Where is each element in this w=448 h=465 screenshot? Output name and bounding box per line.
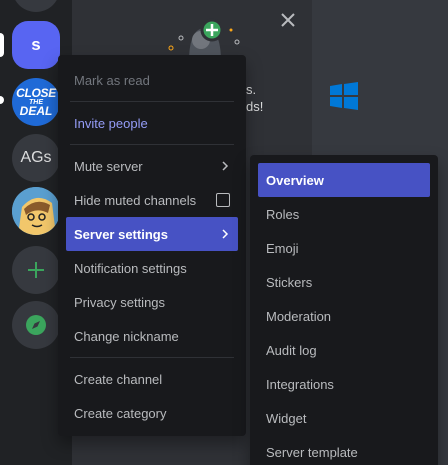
submenu-item-moderation[interactable]: Moderation [258,299,430,333]
menu-separator [70,144,234,145]
add-server-button[interactable] [12,246,60,294]
submenu-item-stickers[interactable]: Stickers [258,265,430,299]
welcome-text-fragment-1: s. [246,82,257,97]
server-icon-close-the-deal[interactable]: CLOSE THE DEAL [12,78,60,126]
unread-indicator [0,96,4,104]
server-icon-s[interactable]: s [12,21,60,69]
menu-item-label: Mark as read [74,72,150,88]
menu-item-change-nickname[interactable]: Change nickname [66,319,238,353]
submenu-item-label: Audit log [266,342,317,358]
submenu-item-label: Server template [266,444,358,460]
submenu-item-emoji[interactable]: Emoji [258,231,430,265]
server-icon-ags[interactable]: AGs [12,134,60,182]
submenu-item-label: Integrations [266,376,334,392]
submenu-item-widget[interactable]: Widget [258,401,430,435]
submenu-item-label: Widget [266,410,307,426]
server-settings-submenu: Overview Roles Emoji Stickers Moderation… [250,155,438,465]
menu-item-privacy-settings[interactable]: Privacy settings [66,285,238,319]
server-context-menu: Mark as read Invite people Mute server H… [58,55,246,436]
menu-item-hide-muted-channels[interactable]: Hide muted channels [66,183,238,217]
menu-item-label: Create category [74,405,167,421]
selected-server-indicator [0,33,4,57]
chevron-right-icon [222,161,229,171]
server-deal-line3: DEAL [19,103,53,118]
compass-icon [26,315,46,335]
menu-item-label: Create channel [74,371,163,387]
menu-item-label: Invite people [74,115,148,131]
welcome-text-fragment-2: ds! [246,99,264,114]
submenu-item-label: Roles [266,206,300,222]
menu-item-label: Change nickname [74,328,179,344]
windows-logo-icon [330,82,358,110]
hide-muted-checkbox[interactable] [216,193,230,207]
submenu-item-roles[interactable]: Roles [258,197,430,231]
menu-item-create-category[interactable]: Create category [66,396,238,430]
submenu-item-overview[interactable]: Overview [258,163,430,197]
submenu-item-integrations[interactable]: Integrations [258,367,430,401]
explore-servers-button[interactable] [12,301,60,349]
close-icon[interactable] [278,10,298,30]
menu-item-mute-server[interactable]: Mute server [66,149,238,183]
menu-item-label: Privacy settings [74,294,166,310]
server-ags-label: AGs [20,149,52,166]
server-icon-partial[interactable] [12,0,60,12]
avatar-image-icon [12,187,60,235]
menu-item-label: Server settings [74,226,168,242]
server-icon-avatar[interactable] [12,187,60,235]
submenu-item-audit-log[interactable]: Audit log [258,333,430,367]
menu-item-label: Notification settings [74,260,187,276]
menu-item-notification-settings[interactable]: Notification settings [66,251,238,285]
chevron-right-icon [222,229,229,239]
menu-item-mark-as-read[interactable]: Mark as read [66,63,238,97]
menu-item-server-settings[interactable]: Server settings [66,217,238,251]
submenu-item-label: Stickers [266,274,313,290]
plus-icon [28,262,44,278]
menu-item-label: Hide muted channels [74,192,197,208]
server-s-label: s [31,35,41,54]
menu-separator [70,357,234,358]
submenu-item-label: Overview [266,172,324,188]
server-deal-line1: CLOSE [16,85,56,100]
menu-item-invite-people[interactable]: Invite people [66,106,238,140]
submenu-item-server-template[interactable]: Server template [258,435,430,465]
submenu-item-label: Moderation [266,308,332,324]
menu-item-label: Mute server [74,158,143,174]
menu-item-create-channel[interactable]: Create channel [66,362,238,396]
menu-separator [70,101,234,102]
submenu-item-label: Emoji [266,240,299,256]
